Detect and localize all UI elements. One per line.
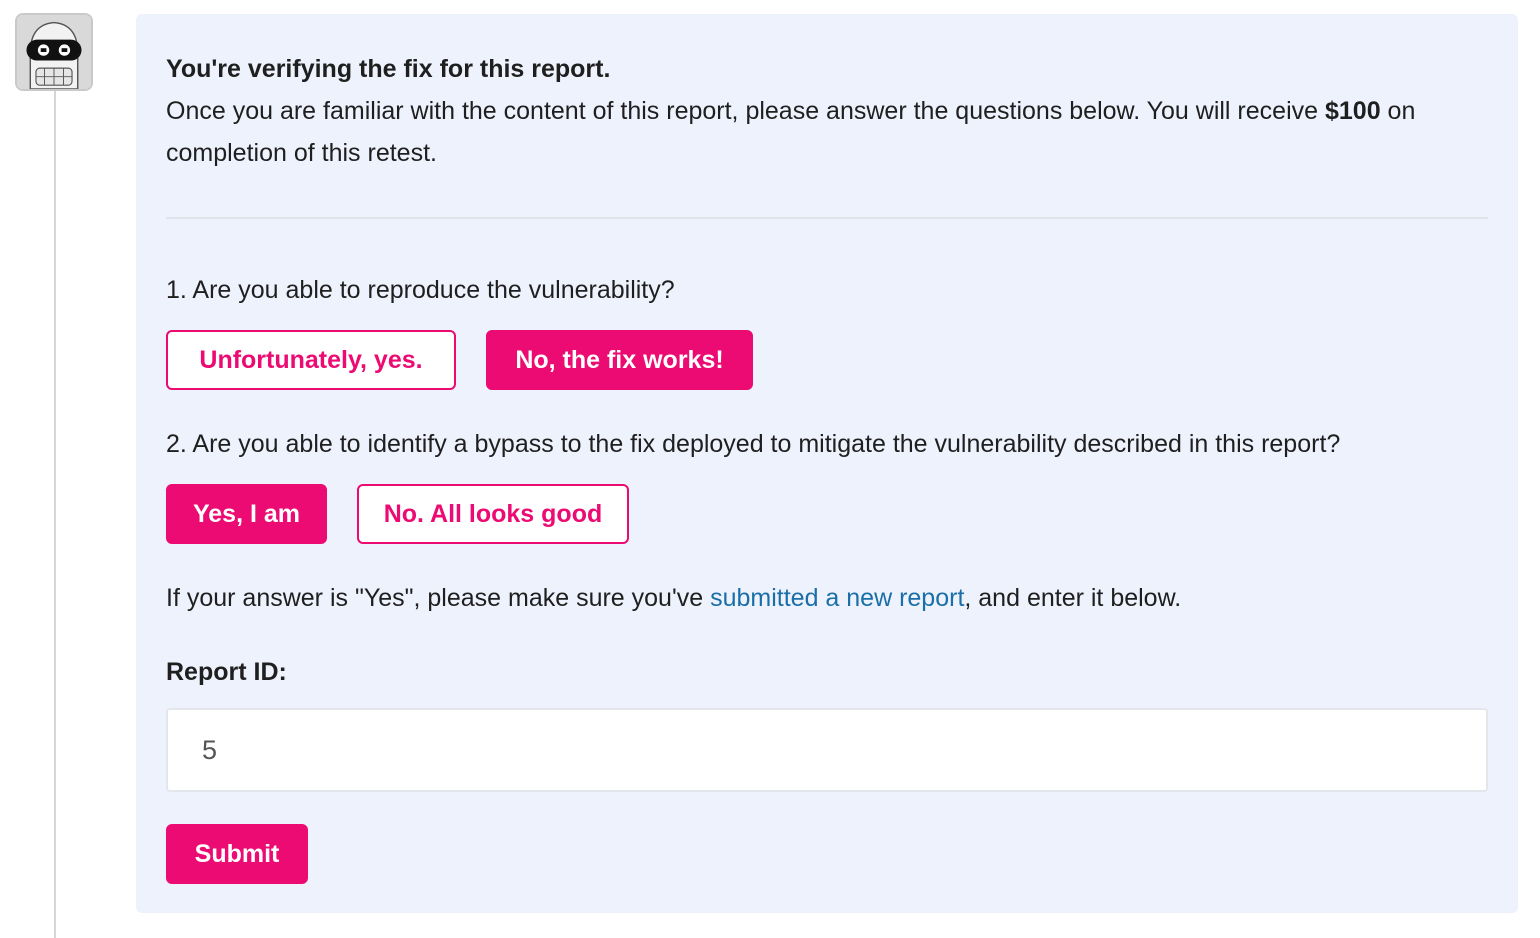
hint-text-end: , and enter it below. (964, 584, 1182, 612)
unfortunately-yes-button[interactable]: Unfortunately, yes. (166, 330, 456, 390)
divider (166, 217, 1488, 219)
new-report-hint: If your answer is "Yes", please make sur… (166, 581, 1181, 615)
question-reproduce: 1. Are you able to reproduce the vulnera… (166, 276, 675, 304)
avatar (15, 13, 93, 91)
report-id-input[interactable] (166, 708, 1488, 792)
retest-intro: You're verifying the fix for this report… (166, 48, 1496, 174)
retest-card: You're verifying the fix for this report… (136, 14, 1518, 913)
reward-amount: $100 (1324, 97, 1381, 125)
hint-text: If your answer is "Yes", please make sur… (166, 584, 711, 612)
submit-button[interactable]: Submit (166, 824, 308, 884)
description-text: Once you are familiar with the content o… (166, 97, 1325, 125)
robot-avatar-icon (17, 15, 91, 89)
retest-description: Once you are familiar with the content o… (166, 97, 1415, 167)
submit-new-report-link[interactable]: submitted a new report (710, 584, 964, 612)
timeline-line (54, 90, 56, 938)
question-bypass: 2. Are you able to identify a bypass to … (166, 430, 1341, 458)
yes-i-am-button[interactable]: Yes, I am (166, 484, 327, 544)
fix-works-button[interactable]: No, the fix works! (486, 330, 753, 390)
report-id-label: Report ID: (166, 658, 287, 686)
no-all-looks-good-button[interactable]: No. All looks good (357, 484, 629, 544)
retest-heading: You're verifying the fix for this report… (166, 55, 611, 83)
